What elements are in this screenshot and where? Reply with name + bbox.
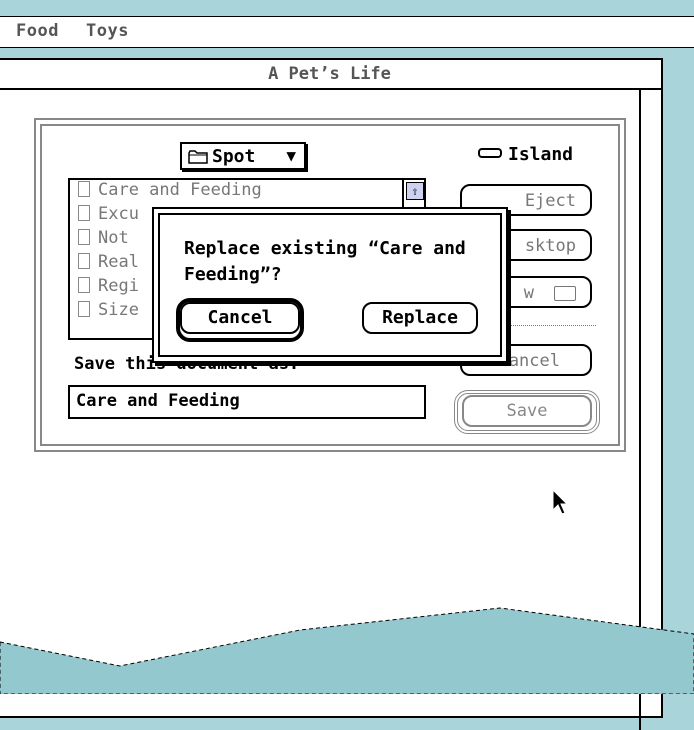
new-folder-icon [554, 286, 576, 301]
folder-popup-menu[interactable]: Spot ▼ [180, 142, 306, 170]
document-icon [78, 301, 90, 317]
list-item[interactable]: Care and Feeding [70, 180, 424, 204]
save-button[interactable]: Save [462, 395, 592, 427]
document-icon [78, 205, 90, 221]
file-name: Care and Feeding [98, 180, 262, 200]
menu-bar: Food Toys [0, 16, 694, 48]
eject-label: Eject [524, 191, 576, 211]
disk-icon [478, 148, 502, 158]
alert-message: Replace existing “Care and Feeding”? [184, 238, 466, 285]
menu-food[interactable]: Food [16, 21, 59, 41]
new-folder-label: w [523, 283, 534, 303]
file-name: Excu [98, 204, 139, 224]
alert-cancel-button[interactable]: Cancel [180, 302, 300, 334]
menu-toys[interactable]: Toys [86, 21, 129, 41]
document-icon [78, 181, 90, 197]
window-titlebar[interactable]: A Pet’s Life [0, 60, 661, 90]
file-name: Real [98, 252, 139, 272]
document-icon [78, 229, 90, 245]
disk-label: Island [508, 144, 574, 165]
chevron-down-icon: ▼ [286, 146, 296, 165]
window-title: A Pet’s Life [268, 64, 391, 84]
arrow-cursor-icon [552, 488, 569, 515]
file-name: Not [98, 228, 129, 248]
folder-name: Spot [212, 146, 256, 167]
filename-field[interactable]: Care and Feeding [68, 385, 426, 419]
scroll-up-arrow-icon[interactable]: ⇧ [406, 182, 424, 200]
disk-name[interactable]: Island [478, 144, 573, 165]
file-name: Regi [98, 276, 139, 296]
torn-edge-decoration [0, 607, 694, 694]
folder-icon [188, 150, 208, 164]
file-name: Size [98, 300, 139, 320]
document-icon [78, 253, 90, 269]
alert-replace-button[interactable]: Replace [362, 302, 478, 334]
cancel-label: ancel [508, 351, 560, 371]
document-icon [78, 277, 90, 293]
desktop-label: sktop [524, 236, 576, 256]
